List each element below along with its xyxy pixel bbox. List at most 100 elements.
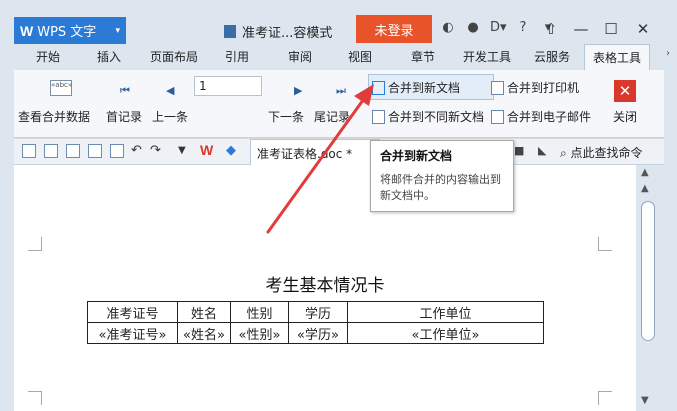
scroll-down-icon[interactable]: ▼ [641,395,649,406]
merge-to-email-button[interactable]: 合并到电子邮件 [491,108,591,125]
view-merge-data-icon: «abc» [50,80,72,96]
scroll-up-icon[interactable]: ▲ [641,167,649,178]
document-icon [224,25,236,38]
settings-icon[interactable]: ● [465,20,481,35]
merge-different-docs-icon [372,110,385,124]
merge-field-cell[interactable]: «性别» [230,322,289,344]
crop-mark [598,237,612,251]
tab-insert[interactable]: 插入 [97,48,121,65]
merge-to-different-docs-button[interactable]: 合并到不同新文档 [372,108,484,125]
table-header-cell[interactable]: 工作单位 [347,301,544,323]
close-merge-icon: ✕ [614,80,636,102]
tab-references[interactable]: 引用 [225,48,249,65]
right-edge [664,44,677,411]
merge-new-doc-tooltip: 合并到新文档 将邮件合并的内容输出到新文档中。 [370,140,514,212]
skin-icon[interactable]: ◐ [440,20,456,35]
minimize-icon[interactable]: — [570,18,592,40]
document-tab[interactable]: 准考证表格.doc * [250,139,380,165]
title-bar: W WPS 文字 ▾ 准考证...容模式 未登录 ◐ ● D▾ ? ▾ ⇧ — … [0,0,677,44]
command-search[interactable]: ⌕ 点此查找命令 [560,144,643,161]
crop-mark [28,237,42,251]
print-preview-icon[interactable] [110,144,124,158]
title-tools: ◐ ● D▾ ? ▾ [440,20,556,35]
command-search-label: 点此查找命令 [570,146,643,160]
tab-developer[interactable]: 开发工具 [463,48,511,65]
merge-field-cell[interactable]: «学历» [288,322,348,344]
app-menu-button[interactable]: W WPS 文字 ▾ [14,17,126,44]
last-record-icon: ⏭ [336,84,346,97]
tab-cloud[interactable]: 云服务 [534,48,570,65]
vertical-scrollbar[interactable]: ▲ ▲ ▼ [636,165,664,411]
cloud-box-icon[interactable]: ◆ [226,143,236,158]
tab-arrange-icon[interactable]: ■ [514,144,524,157]
previous-record-icon: ◀ [166,84,175,97]
merge-to-new-document-label: 合并到新文档 [388,81,461,95]
table-header-cell[interactable]: 学历 [288,301,348,323]
printer-icon [491,81,504,95]
tab-review[interactable]: 审阅 [288,48,312,65]
merge-field-cell[interactable]: «准考证号» [87,322,178,344]
merge-new-doc-icon [372,81,385,95]
close-window-icon[interactable]: ✕ [632,18,654,40]
first-record-icon: ⏮ [120,84,130,97]
next-record-button[interactable]: 下一条 [268,108,304,125]
export-pdf-icon[interactable] [66,144,80,158]
tab-menu-icon[interactable]: ◣ [538,144,546,157]
search-icon: ⌕ [560,146,571,160]
first-record-button[interactable]: 首记录 [106,108,142,125]
table-header-cell[interactable]: 准考证号 [87,301,178,323]
document-heading: 考生基本情况卡 [265,276,385,296]
open-folder-icon[interactable] [22,144,36,158]
merge-to-new-document-button[interactable]: 合并到新文档 [372,79,460,96]
help-icon[interactable]: ? [515,20,531,35]
login-button[interactable]: 未登录 [356,15,432,43]
crop-mark [28,391,42,405]
merge-fields-table[interactable]: 准考证号 姓名 性别 学历 工作单位 «准考证号» «姓名» «性别» «学历»… [87,301,544,344]
quick-access-toolbar: ↶ ↷ ▼ W ◆ 准考证表格.doc * ■ ◣ ⌕ 点此查找命令 [14,139,664,165]
chevron-down-icon: ▾ [115,25,120,36]
tab-chapter[interactable]: 章节 [411,48,435,65]
document-page[interactable]: 考生基本情况卡 准考证号 姓名 性别 学历 工作单位 «准考证号» «姓名» «… [14,165,636,411]
scroll-up-icon[interactable]: ▲ [641,183,649,194]
tab-table-tools[interactable]: 表格工具 [584,44,651,70]
tab-home[interactable]: 开始 [36,48,60,65]
record-number-input[interactable]: 1 [194,76,262,96]
table-header-cell[interactable]: 性别 [230,301,289,323]
last-record-button[interactable]: 尾记录 [314,108,350,125]
merge-to-different-docs-label: 合并到不同新文档 [388,110,485,124]
table-row: 准考证号 姓名 性别 学历 工作单位 [87,301,544,323]
pin-window-icon[interactable]: ⇧ [540,18,562,40]
print-icon[interactable] [88,144,102,158]
table-header-cell[interactable]: 姓名 [177,301,231,323]
window-title: 准考证...容模式 [224,22,332,41]
merge-field-cell[interactable]: «工作单位» [347,322,544,344]
maximize-icon[interactable]: ☐ [600,18,622,40]
tooltip-body: 将邮件合并的内容输出到新文档中。 [380,173,501,202]
merge-to-printer-button[interactable]: 合并到打印机 [491,79,579,96]
undo-icon[interactable]: ↶ [131,143,142,158]
previous-record-button[interactable]: 上一条 [152,108,188,125]
table-row: «准考证号» «姓名» «性别» «学历» «工作单位» [87,322,544,344]
feedback-icon[interactable]: D▾ [490,20,507,35]
left-strip [0,44,14,411]
app-name: WPS 文字 [37,25,97,40]
wps-w-icon[interactable]: W [200,142,213,158]
scrollbar-thumb[interactable] [641,201,655,341]
tooltip-title: 合并到新文档 [380,149,453,163]
redo-icon[interactable]: ↷ [150,143,161,158]
close-merge-button[interactable]: 关闭 [613,108,637,125]
merge-field-cell[interactable]: «姓名» [177,322,231,344]
crop-mark [598,391,612,405]
wps-logo-icon: W [20,22,34,39]
save-icon[interactable] [44,144,58,158]
menu-tabs: 开始 插入 页面布局 引用 审阅 视图 章节 开发工具 云服务 表格工具 [0,44,677,70]
merge-to-email-label: 合并到电子邮件 [507,110,592,124]
tab-view[interactable]: 视图 [348,48,372,65]
ribbon: «abc» 查看合并数据 ⏮ 首记录 ◀ 上一条 1 ▶ 下一条 ⏭ 尾记录 合… [14,70,664,138]
window-title-text: 准考证...容模式 [242,26,333,41]
document-tab-label: 准考证表格.doc * [257,147,353,161]
ribbon-scroll-right-icon[interactable]: › [666,48,670,59]
customize-toolbar-icon[interactable]: ▼ [178,145,186,156]
tab-page-layout[interactable]: 页面布局 [150,48,198,65]
view-merge-data-button[interactable]: 查看合并数据 [18,108,90,125]
